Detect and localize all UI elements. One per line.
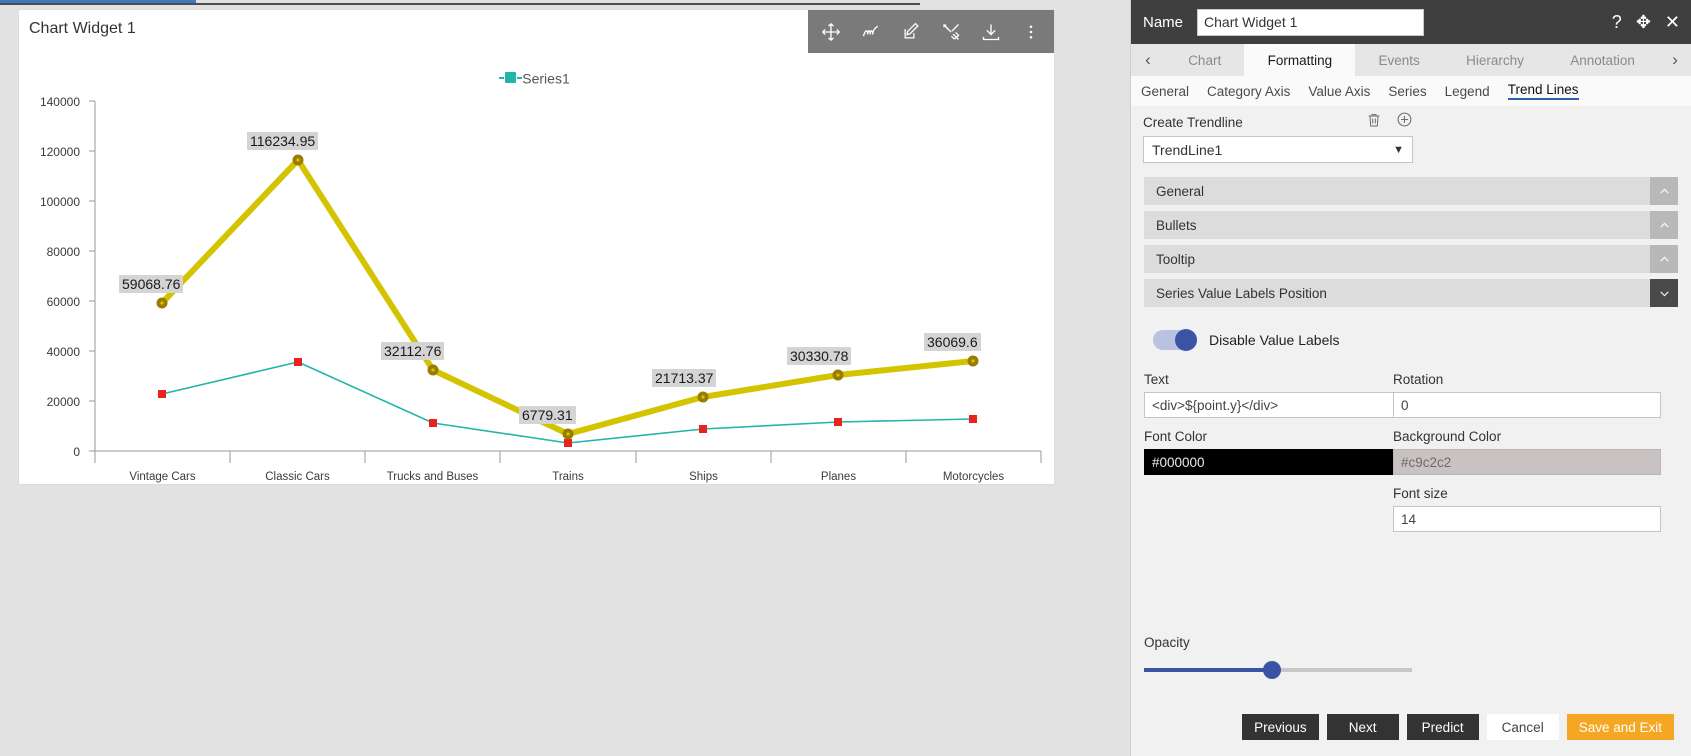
value-label-1: 116234.95 — [247, 132, 319, 150]
disable-value-labels-row: Disable Value Labels — [1153, 329, 1340, 351]
opacity-label: Opacity — [1144, 635, 1190, 650]
chevron-down-icon: ▼ — [1393, 143, 1404, 156]
delete-icon[interactable] — [1366, 112, 1382, 133]
subtab-value-axis[interactable]: Value Axis — [1308, 84, 1370, 99]
x-tick-motorcycles: Motorcycles — [942, 471, 1005, 483]
accordion-tooltip-title: Tooltip — [1156, 251, 1196, 267]
scribble-icon[interactable] — [860, 21, 882, 43]
top-divider — [0, 3, 920, 5]
accordion-general-title: General — [1156, 183, 1205, 199]
predict-button[interactable]: Predict — [1406, 714, 1479, 740]
create-trendline-row: Create Trendline — [1143, 111, 1413, 133]
tab-chart[interactable]: Chart — [1165, 44, 1245, 76]
tab-formatting[interactable]: Formatting — [1244, 44, 1356, 76]
font-color-field-group: Font Color #000000 — [1144, 429, 1412, 475]
opacity-field-group: Opacity — [1144, 634, 1412, 679]
x-tick-vintage-cars: Vintage Cars — [129, 471, 196, 483]
font-size-input[interactable]: 14 — [1393, 506, 1661, 532]
value-label-2: 32112.76 — [381, 342, 445, 360]
value-label-0: 59068.76 — [119, 275, 184, 293]
widget-title: Chart Widget 1 — [29, 20, 136, 37]
accordion-series-value-labels-position-title: Series Value Labels Position — [1156, 285, 1327, 301]
value-label-3: 6779.31 — [519, 406, 576, 424]
more-vertical-icon[interactable] — [1020, 21, 1042, 43]
disable-value-labels-label: Disable Value Labels — [1209, 332, 1340, 348]
properties-panel: Name ? ✥ ✕ ‹ Chart Formatting Events Hie… — [1130, 0, 1691, 756]
rotation-label: Rotation — [1393, 372, 1444, 387]
opacity-slider-knob[interactable] — [1263, 661, 1281, 679]
move-icon[interactable] — [820, 21, 842, 43]
previous-button[interactable]: Previous — [1242, 714, 1319, 740]
name-input[interactable] — [1197, 8, 1425, 36]
accordion-series-value-labels-position[interactable]: Series Value Labels Position — [1144, 279, 1678, 307]
font-color-input[interactable]: #000000 — [1144, 449, 1412, 475]
next-button[interactable]: Next — [1326, 714, 1399, 740]
font-color-label: Font Color — [1144, 429, 1208, 444]
cancel-button[interactable]: Cancel — [1486, 714, 1559, 740]
chart-plot: Series1 140000 120000 100000 80000 60000… — [19, 53, 1056, 486]
chevron-up-icon[interactable] — [1650, 211, 1678, 239]
rotation-field-group: Rotation 0 — [1393, 372, 1661, 418]
x-tick-trains: Trains — [552, 471, 584, 483]
chart-widget[interactable]: Chart Widget 1 Series1 140000 120000 100… — [18, 9, 1055, 485]
subtab-general[interactable]: General — [1141, 84, 1189, 99]
help-icon[interactable]: ? — [1612, 13, 1622, 31]
x-tick-ships: Ships — [689, 471, 718, 483]
accordion-bullets[interactable]: Bullets — [1144, 211, 1678, 239]
value-label-6: 36069.6 — [924, 333, 981, 351]
disable-value-labels-toggle[interactable] — [1153, 329, 1197, 351]
text-input[interactable]: <div>${point.y}</div> — [1144, 392, 1412, 418]
panel-body: Create Trendline TrendLine1 ▼ General Bu… — [1131, 106, 1691, 696]
name-label: Name — [1143, 13, 1184, 31]
chevron-up-icon[interactable] — [1650, 177, 1678, 205]
top-strip — [0, 0, 1130, 5]
background-color-input[interactable]: #c9c2c2 — [1393, 449, 1661, 475]
background-color-field-group: Background Color #c9c2c2 — [1393, 429, 1661, 475]
download-icon[interactable] — [980, 21, 1002, 43]
trendline-select[interactable]: TrendLine1 ▼ — [1143, 136, 1413, 163]
add-circle-icon[interactable] — [1396, 111, 1413, 133]
accordion-tooltip[interactable]: Tooltip — [1144, 245, 1678, 273]
panel-header: Name ? ✥ ✕ — [1131, 0, 1691, 44]
chevron-down-icon[interactable] — [1650, 279, 1678, 307]
x-tick-planes: Planes — [820, 471, 857, 483]
value-label-5: 30330.78 — [787, 347, 852, 365]
text-field-group: Text <div>${point.y}</div> — [1144, 372, 1412, 418]
edit-icon[interactable] — [900, 21, 922, 43]
font-size-label: Font size — [1393, 486, 1448, 501]
canvas-area: Chart Widget 1 Series1 140000 120000 100… — [0, 0, 1130, 756]
x-tick-trucks-and-buses: Trucks and Buses — [386, 471, 479, 483]
panel-subtabs: General Category Axis Value Axis Series … — [1131, 76, 1691, 106]
accordion-general[interactable]: General — [1144, 177, 1678, 205]
create-trendline-label: Create Trendline — [1143, 114, 1243, 130]
subtab-legend[interactable]: Legend — [1445, 84, 1490, 99]
panel-tabs: ‹ Chart Formatting Events Hierarchy Anno… — [1131, 44, 1691, 76]
move-icon[interactable]: ✥ — [1636, 13, 1651, 31]
tab-hierarchy[interactable]: Hierarchy — [1442, 44, 1548, 76]
widget-toolbar — [808, 10, 1054, 53]
footer-buttons: Previous Next Predict Cancel Save and Ex… — [1131, 714, 1691, 740]
value-label-4: 21713.37 — [652, 369, 717, 387]
tools-icon[interactable] — [940, 21, 962, 43]
background-color-label: Background Color — [1393, 429, 1502, 444]
save-and-exit-button[interactable]: Save and Exit — [1566, 714, 1674, 740]
trendline-select-value: TrendLine1 — [1152, 141, 1223, 158]
opacity-slider-fill — [1144, 668, 1272, 672]
tabs-prev-arrow[interactable]: ‹ — [1131, 44, 1165, 76]
toggle-knob — [1175, 329, 1197, 351]
rotation-input[interactable]: 0 — [1393, 392, 1661, 418]
subtab-category-axis[interactable]: Category Axis — [1207, 84, 1290, 99]
subtab-series[interactable]: Series — [1388, 84, 1426, 99]
close-icon[interactable]: ✕ — [1665, 13, 1680, 31]
tabs-next-arrow[interactable]: › — [1658, 44, 1691, 76]
subtab-trend-lines[interactable]: Trend Lines — [1507, 82, 1579, 100]
tab-annotation[interactable]: Annotation — [1547, 44, 1659, 76]
tab-events[interactable]: Events — [1355, 44, 1443, 76]
chevron-up-icon[interactable] — [1650, 245, 1678, 273]
x-tick-classic-cars: Classic Cars — [265, 471, 330, 483]
font-size-field-group: Font size 14 — [1393, 486, 1661, 532]
accordion-bullets-title: Bullets — [1156, 217, 1197, 233]
text-label: Text — [1144, 372, 1169, 387]
opacity-slider[interactable] — [1144, 661, 1412, 679]
